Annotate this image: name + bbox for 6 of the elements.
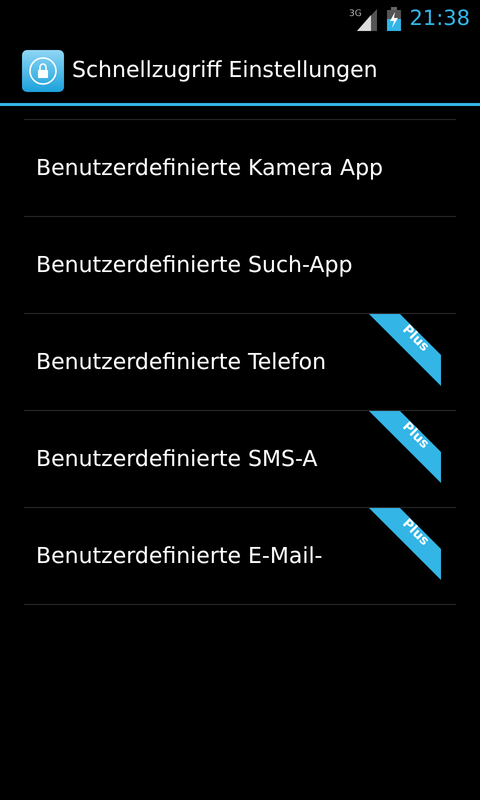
lock-icon[interactable] — [22, 50, 64, 92]
screen-title: Schnellzugriff Einstellungen — [72, 57, 378, 85]
clock: 21:38 — [409, 5, 470, 32]
list-item[interactable]: Benutzerdefinierte Such-App — [24, 217, 456, 314]
battery-charging-icon — [387, 7, 402, 31]
list-item[interactable]: Benutzerdefinierte Kamera App — [24, 120, 456, 217]
